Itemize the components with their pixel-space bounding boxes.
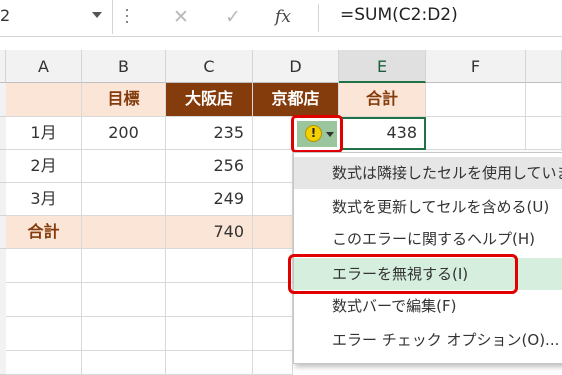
formula-bar-divider bbox=[318, 4, 319, 32]
name-box-dropdown-icon[interactable] bbox=[92, 12, 102, 18]
cell-c8[interactable] bbox=[166, 317, 253, 351]
cell-d4[interactable] bbox=[253, 183, 293, 216]
cell-e1[interactable]: 合計 bbox=[339, 83, 426, 117]
cell-a6[interactable] bbox=[6, 249, 82, 283]
cell-a1[interactable] bbox=[6, 83, 82, 117]
cell-a2[interactable]: 1月 bbox=[6, 117, 82, 150]
column-header-a[interactable]: A bbox=[6, 50, 82, 83]
insert-function-button[interactable]: fx bbox=[268, 3, 298, 31]
cell-a4[interactable]: 3月 bbox=[6, 183, 82, 216]
smart-tag-background: ! bbox=[297, 121, 337, 147]
cell-c9[interactable] bbox=[166, 351, 253, 375]
cell-e2-active[interactable]: 438 bbox=[339, 117, 426, 150]
error-smart-tag-button[interactable]: ! bbox=[291, 115, 343, 153]
cell-g2[interactable] bbox=[526, 117, 562, 150]
menu-item-edit-in-formula-bar[interactable]: 数式バーで編集(F) bbox=[294, 290, 562, 322]
cell-b4[interactable] bbox=[82, 183, 166, 216]
warning-icon: ! bbox=[305, 125, 322, 142]
column-header-c[interactable]: C bbox=[166, 50, 253, 83]
cell-b7[interactable] bbox=[82, 283, 166, 317]
column-header-g[interactable] bbox=[526, 50, 562, 83]
cell-a5[interactable]: 合計 bbox=[6, 216, 82, 249]
cell-g1[interactable] bbox=[526, 83, 562, 117]
cell-d1[interactable]: 京都店 bbox=[253, 83, 339, 117]
cell-c6[interactable] bbox=[166, 249, 253, 283]
cell-a3[interactable]: 2月 bbox=[6, 150, 82, 183]
cell-b1[interactable]: 目標 bbox=[82, 83, 166, 117]
menu-item-error-checking-options[interactable]: エラー チェック オプション(O)... bbox=[294, 324, 562, 356]
menu-item-help-on-error[interactable]: このエラーに関するヘルプ(H) bbox=[294, 223, 562, 255]
cancel-icon[interactable]: ✕ bbox=[166, 3, 196, 31]
formula-bar-grip-icon[interactable] bbox=[126, 9, 129, 27]
cell-c1[interactable]: 大阪店 bbox=[166, 83, 253, 117]
name-box[interactable]: 2 bbox=[0, 0, 113, 34]
cell-b9[interactable] bbox=[82, 351, 166, 375]
chevron-down-icon bbox=[326, 132, 334, 137]
menu-item-inconsistent-formula: 数式は隣接したセルを使用していま bbox=[294, 157, 562, 189]
cell-b8[interactable] bbox=[82, 317, 166, 351]
cell-a7[interactable] bbox=[6, 283, 82, 317]
cell-c2[interactable]: 235 bbox=[166, 117, 253, 150]
cell-b2[interactable]: 200 bbox=[82, 117, 166, 150]
cell-f1[interactable] bbox=[426, 83, 526, 117]
formula-input[interactable]: =SUM(C2:D2) bbox=[340, 5, 458, 25]
cell-a9[interactable] bbox=[6, 351, 82, 375]
column-header-b[interactable]: B bbox=[82, 50, 166, 83]
ignore-error-highlight-box bbox=[288, 254, 518, 294]
cell-f2[interactable] bbox=[426, 117, 526, 150]
cell-d8[interactable] bbox=[253, 317, 293, 351]
cell-b5[interactable] bbox=[82, 216, 166, 249]
column-header-f[interactable]: F bbox=[426, 50, 526, 83]
cell-c5[interactable]: 740 bbox=[166, 216, 253, 249]
name-box-value: 2 bbox=[0, 6, 11, 25]
cell-c4[interactable]: 249 bbox=[166, 183, 253, 216]
cell-b3[interactable] bbox=[82, 150, 166, 183]
formula-bar: 2 ✕ ✓ fx =SUM(C2:D2) bbox=[0, 0, 562, 37]
cell-d5[interactable] bbox=[253, 216, 293, 249]
cell-d9[interactable] bbox=[253, 351, 293, 375]
cell-d6[interactable] bbox=[253, 249, 293, 283]
cell-d3[interactable] bbox=[253, 150, 293, 183]
cell-c3[interactable]: 256 bbox=[166, 150, 253, 183]
column-header-d[interactable]: D bbox=[253, 50, 339, 83]
cell-a8[interactable] bbox=[6, 317, 82, 351]
cell-d7[interactable] bbox=[253, 283, 293, 317]
cell-b6[interactable] bbox=[82, 249, 166, 283]
enter-icon[interactable]: ✓ bbox=[218, 3, 248, 31]
cell-c7[interactable] bbox=[166, 283, 253, 317]
menu-item-update-formula[interactable]: 数式を更新してセルを含める(U) bbox=[294, 191, 562, 223]
column-header-e[interactable]: E bbox=[339, 50, 426, 83]
